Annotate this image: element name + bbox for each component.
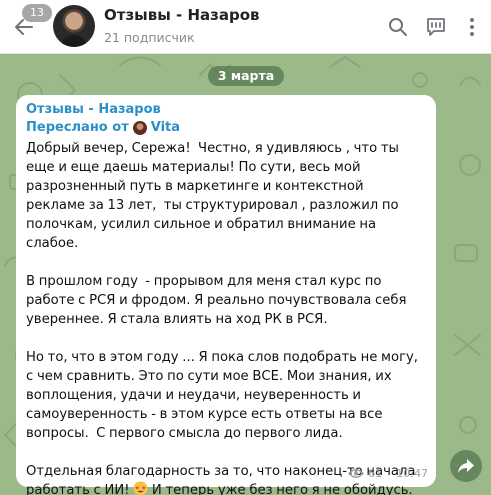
search-button[interactable]	[384, 13, 412, 41]
message-bubble[interactable]: Отзывы - Назаров Переслано от Vita Добры…	[16, 95, 436, 495]
view-count: 61	[368, 467, 383, 480]
date-separator: 3 марта	[208, 66, 284, 86]
starstruck-emoji-icon	[133, 481, 148, 495]
more-vertical-icon	[470, 18, 474, 36]
unread-count-badge: 13	[22, 4, 52, 22]
message-paragraph-2: В прошлом году - прорывом для меня стал …	[26, 274, 411, 327]
message-meta: 61 10:47	[348, 467, 428, 480]
message-text: Добрый вечер, Сережа! Честно, я удивляюс…	[26, 139, 426, 495]
chat-title[interactable]: Отзывы - Назаров	[104, 6, 260, 24]
search-icon	[389, 18, 407, 36]
chat-bubble-icon	[427, 18, 445, 36]
forwarded-from-avatar	[132, 120, 147, 135]
message-paragraph-3: Но то, что в этом году ... Я пока слов п…	[26, 350, 422, 441]
message-channel-name[interactable]: Отзывы - Назаров	[26, 101, 426, 118]
message-paragraph-1: Добрый вечер, Сережа! Честно, я удивляюс…	[26, 141, 403, 251]
chat-header: 13 Отзывы - Назаров 21 подписчик	[0, 0, 491, 54]
share-button[interactable]	[450, 450, 482, 482]
comments-button[interactable]	[422, 13, 450, 41]
message-time: 10:47	[396, 467, 428, 480]
forwarded-prefix: Переслано от	[26, 120, 129, 135]
forwarded-from-name[interactable]: Vita	[151, 118, 180, 137]
more-menu-button[interactable]	[458, 13, 486, 41]
share-forward-icon	[458, 459, 474, 473]
forwarded-header[interactable]: Переслано от Vita	[26, 118, 426, 137]
channel-avatar[interactable]	[53, 5, 95, 47]
eye-icon	[348, 469, 365, 478]
subscriber-count: 21 подписчик	[104, 30, 195, 45]
